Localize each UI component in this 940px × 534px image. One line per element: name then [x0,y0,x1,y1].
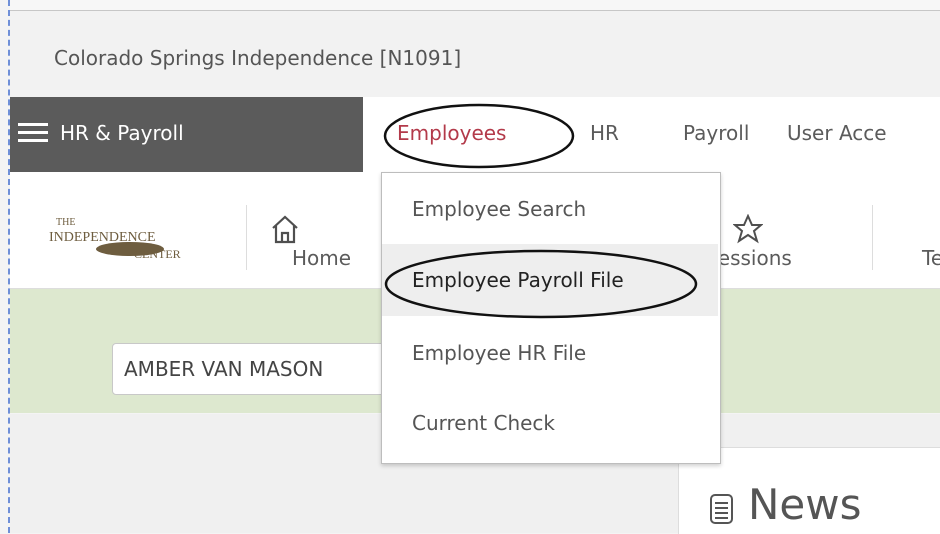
impressions-label[interactable]: ressions [710,246,792,270]
home-label[interactable]: Home [292,246,351,270]
annotation-circle-payroll-file [384,249,698,319]
app-title[interactable]: HR & Payroll [60,121,184,145]
svg-text:INDEPENDENCE: INDEPENDENCE [49,230,156,245]
employee-selector-value: AMBER VAN MASON [124,357,324,381]
home-icon[interactable] [270,214,300,244]
annotation-circle-employees [383,103,575,169]
news-title: News [748,480,862,529]
dropdown-item-employee-hr-file[interactable]: Employee HR File [412,341,586,365]
toolbar-separator [872,205,873,270]
news-icon [710,494,733,524]
top-rule [10,0,940,11]
toolbar-partial-label[interactable]: Te [922,246,940,270]
dropdown-item-current-check[interactable]: Current Check [412,411,555,435]
svg-text:CENTER: CENTER [134,247,181,261]
svg-text:THE: THE [56,217,75,228]
independence-center-logo: THE INDEPENDENCE CENTER [49,217,181,261]
nav-payroll[interactable]: Payroll [683,121,749,145]
nav-user-access[interactable]: User Acce [787,121,887,145]
toolbar-separator [246,205,247,270]
hamburger-menu-icon[interactable] [18,123,48,143]
star-icon[interactable] [733,214,763,244]
dropdown-item-employee-search[interactable]: Employee Search [412,197,586,221]
organization-title: Colorado Springs Independence [N1091] [54,46,462,70]
nav-hr[interactable]: HR [590,121,619,145]
